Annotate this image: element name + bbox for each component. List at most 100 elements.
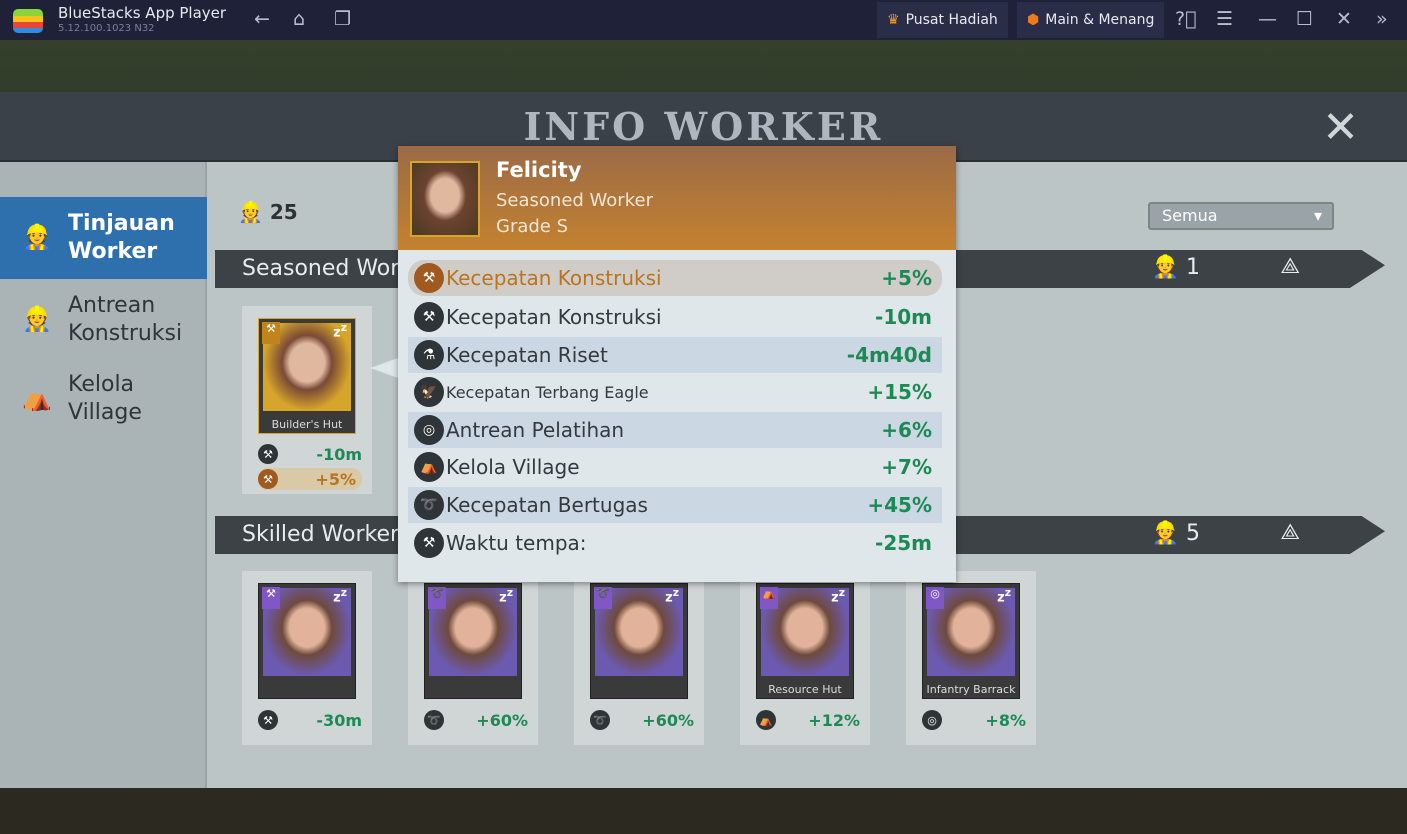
worker-name: Felicity	[496, 158, 582, 182]
worker-portrait: ➰ zz	[590, 583, 688, 699]
sleep-icon: zz	[499, 586, 513, 606]
hammer-icon: ⚒	[262, 322, 280, 344]
sleep-icon: zz	[831, 586, 845, 606]
building-label: Resource Hut	[768, 683, 842, 696]
expand-sidebar-icon[interactable]: »	[1376, 8, 1388, 30]
bluestacks-logo-icon	[13, 9, 43, 33]
app-title: BlueStacks App Player	[58, 4, 227, 22]
help-icon[interactable]: ?⃝	[1175, 8, 1197, 30]
sleep-icon: zz	[665, 586, 679, 606]
tent-icon: ⛺	[756, 710, 776, 730]
tent-icon: ⛺	[414, 452, 444, 482]
sidebar-item-worker-overview[interactable]: 👷 Tinjauan Worker	[0, 197, 207, 279]
worker-portrait: ⚒ zz	[258, 583, 356, 699]
worker-card[interactable]: ◎ zz Infantry Barrack ◎ +8%	[906, 571, 1036, 745]
stat-row: ⚒ Waktu tempa: -25m	[408, 525, 942, 561]
worker-card[interactable]: ⚒ zz ⚒ -30m	[242, 571, 372, 745]
rewards-button[interactable]: ♛ Pusat Hadiah	[877, 2, 1008, 38]
worker-portrait	[410, 161, 480, 237]
hammer-icon: ⚒	[414, 302, 444, 332]
total-worker-count: 👷 25	[238, 200, 298, 224]
section-title: Skilled Worker	[242, 522, 400, 547]
stat-row: ◎ Antrean Pelatihan +6%	[408, 412, 942, 448]
worker-detail-popup: Felicity Seasoned Worker Grade S ⚒ Kecepa…	[398, 146, 956, 582]
worker-card[interactable]: ⛺ zz Resource Hut ⛺ +12%	[740, 571, 870, 745]
stat-row: ⛺ Kelola Village +7%	[408, 449, 942, 485]
hammer-icon: ⚒	[414, 263, 444, 293]
building-label: Builder's Hut	[271, 418, 343, 431]
worker-stat: ⚒ -10m	[258, 443, 362, 465]
home-icon[interactable]: ⌂	[293, 8, 305, 30]
worker-stat: ➰ +60%	[590, 709, 694, 731]
horn-icon: ➰	[414, 490, 444, 520]
tent-icon: ⛺	[22, 384, 52, 412]
sort-icon[interactable]: ⟁	[1280, 254, 1300, 279]
crown-icon: ♛	[887, 12, 900, 28]
back-icon[interactable]: ←	[254, 8, 270, 30]
sort-icon[interactable]: ⟁	[1280, 520, 1300, 545]
close-window-icon[interactable]: ✕	[1336, 8, 1352, 30]
sidebar-item-label: Antrean Konstruksi	[68, 293, 183, 346]
tent-icon: ⛺	[760, 587, 778, 609]
sleep-icon: zz	[333, 321, 347, 341]
chevron-down-icon: ▾	[1313, 206, 1322, 225]
section-count: 👷 1	[1151, 255, 1200, 280]
star-badge-icon: ⬢	[1027, 12, 1040, 28]
app-version: 5.12.100.1023 N32	[58, 23, 155, 34]
worker-stat-highlight: ⚒ +5%	[258, 468, 362, 490]
hammer-icon: ⚒	[258, 469, 278, 489]
panel-title: INFO WORKER	[523, 104, 884, 149]
stat-row: ➰ Kecepatan Bertugas +45%	[408, 487, 942, 523]
worker-stat: ⛺ +12%	[756, 709, 860, 731]
target-swords-icon: ◎	[922, 710, 942, 730]
section-count: 👷 5	[1151, 521, 1200, 546]
worker-icon: 👷	[238, 200, 270, 224]
flask-icon: ⚗	[414, 340, 444, 370]
worker-type: Seasoned Worker	[496, 190, 653, 211]
worker-stat: ➰ +60%	[424, 709, 528, 731]
worker-icon: 👷	[22, 223, 52, 251]
worker-portrait: ⛺ zz Resource Hut	[756, 583, 854, 699]
sidebar-item-manage-village[interactable]: ⛺ Kelola Village	[0, 358, 207, 440]
worker-stat: ◎ +8%	[922, 709, 1026, 731]
close-button[interactable]: ✕	[1322, 102, 1359, 153]
sidebar-item-label: Tinjauan Worker	[68, 211, 175, 264]
worker-card[interactable]: ➰ zz ➰ +60%	[574, 571, 704, 745]
stat-row: ⚒ Kecepatan Konstruksi +5%	[408, 260, 942, 296]
filter-value: Semua	[1162, 206, 1218, 225]
anvil-icon: ⚒	[258, 710, 278, 730]
building-label: Infantry Barrack	[926, 683, 1016, 696]
target-swords-icon: ◎	[414, 415, 444, 445]
anvil-icon: ⚒	[414, 528, 444, 558]
sidebar: 👷 Tinjauan Worker 👷 Antrean Konstruksi ⛺ Ke…	[0, 162, 207, 788]
worker-icon: 👷	[22, 305, 52, 333]
play-win-button[interactable]: ⬢ Main & Menang	[1017, 2, 1165, 38]
filter-dropdown[interactable]: Semua ▾	[1148, 202, 1334, 230]
sidebar-item-construction-queue[interactable]: 👷 Antrean Konstruksi	[0, 279, 207, 361]
popup-pointer	[370, 358, 398, 378]
worker-card[interactable]: ➰ zz ➰ +60%	[408, 571, 538, 745]
horn-icon: ➰	[590, 710, 610, 730]
worker-grade: Grade S	[496, 216, 569, 237]
anvil-icon: ⚒	[262, 587, 280, 609]
multi-instance-icon[interactable]: ❐	[334, 8, 351, 30]
stat-row: ⚒ Kecepatan Konstruksi -10m	[408, 299, 942, 335]
hammer-icon: ⚒	[258, 444, 278, 464]
horn-icon: ➰	[424, 710, 444, 730]
sleep-icon: zz	[997, 586, 1011, 606]
stat-row: ⚗ Kecepatan Riset -4m40d	[408, 337, 942, 373]
sidebar-item-label: Kelola Village	[68, 372, 142, 425]
play-win-label: Main & Menang	[1045, 12, 1155, 28]
maximize-icon[interactable]: ☐	[1296, 8, 1313, 30]
title-bar: BlueStacks App Player 5.12.100.1023 N32 …	[0, 0, 1407, 40]
worker-portrait: ⚒ zz Builder's Hut	[258, 318, 356, 434]
menu-icon[interactable]: ☰	[1216, 8, 1233, 30]
rewards-label: Pusat Hadiah	[905, 12, 998, 28]
popup-header: Felicity Seasoned Worker Grade S	[398, 146, 956, 250]
horn-icon: ➰	[428, 587, 446, 609]
minimize-icon[interactable]: —	[1258, 8, 1277, 30]
sleep-icon: zz	[333, 586, 347, 606]
worker-card-felicity[interactable]: ⚒ zz Builder's Hut ⚒ -10m ⚒ +5%	[242, 306, 372, 494]
eagle-icon: 🦅	[414, 377, 444, 407]
worker-stat: ⚒ -30m	[258, 709, 362, 731]
